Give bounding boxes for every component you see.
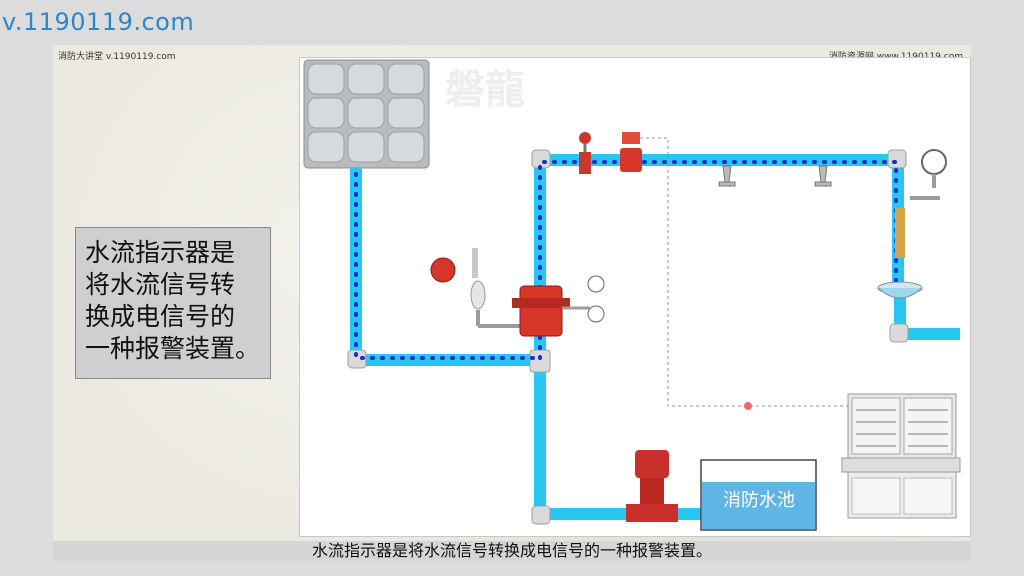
explanation-line: 将水流信号转	[85, 270, 236, 299]
watermark: 磐龍	[445, 67, 525, 113]
end-test-device	[877, 149, 947, 299]
water-flow-indicator	[620, 132, 642, 172]
explanation-line: 水流指示器是	[85, 238, 236, 267]
explanation-line: 一种报警装置。	[85, 334, 261, 363]
sprinkler-system-diagram: 磐龍 消防水池	[303, 59, 961, 531]
header-left-note: 消防大讲堂 v.1190119.com	[58, 52, 176, 62]
fire-pump	[626, 450, 678, 522]
explanation-line: 换成电信号的	[85, 302, 236, 331]
alarm-valve	[430, 248, 605, 337]
subtitle-caption: 水流指示器是将水流信号转换成电信号的一种报警装置。	[53, 541, 971, 561]
fire-water-pool-label: 消防水池	[723, 490, 795, 511]
signal-line	[640, 137, 848, 407]
slide-frame: 消防大讲堂 v.1190119.com 消防资源网 www.1190119.co…	[53, 45, 971, 561]
explanation-box: 水流指示器是 将水流信号转 换成电信号的 一种报警装置。	[75, 227, 271, 379]
diagram-panel: 磐龍 消防水池	[299, 57, 971, 537]
fire-alarm-control-panel	[841, 393, 961, 519]
signal-node	[744, 402, 752, 410]
pipe-elbows	[347, 149, 909, 525]
water-tank	[303, 59, 430, 169]
sprinkler-heads	[718, 165, 832, 187]
fire-water-pool: 消防水池	[700, 459, 817, 531]
site-url: v.1190119.com	[2, 8, 195, 36]
gate-valve	[579, 132, 591, 174]
